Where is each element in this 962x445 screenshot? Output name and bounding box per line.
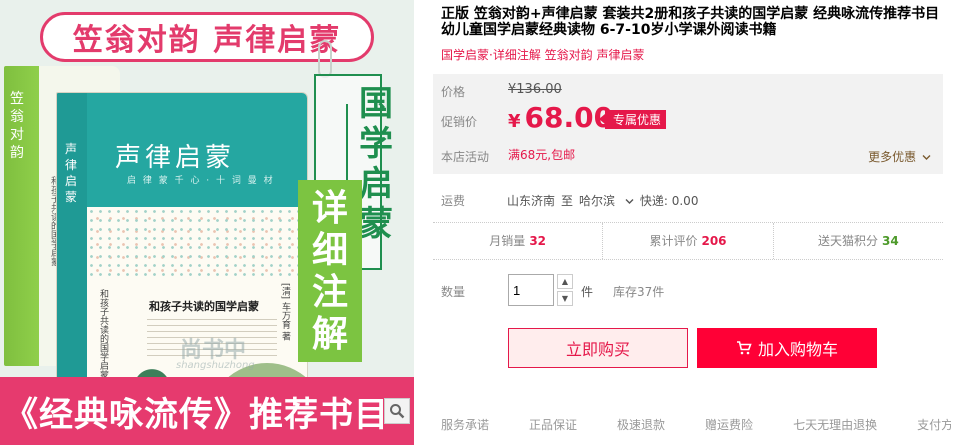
- promise-item: 七天无理由退换: [793, 418, 878, 432]
- list-price: ¥136.00: [508, 82, 562, 97]
- currency-symbol: ¥: [508, 111, 521, 132]
- store-activity-text: 满68元,包邮: [508, 148, 576, 162]
- quantity-input[interactable]: [508, 274, 554, 306]
- shipping-destination-select[interactable]: 哈尔滨: [579, 192, 634, 209]
- more-offers-link[interactable]: 更多优惠: [868, 148, 931, 165]
- watermark-subtext: shangshuzhong: [176, 360, 255, 371]
- product-image-gallery[interactable]: 笠翁对韵 声律启蒙 笠翁对韵 和孩子共读的国学启蒙 声律启蒙 声律启蒙 启 律 …: [0, 0, 414, 445]
- stat-total-reviews[interactable]: 累计评价 206: [603, 223, 774, 259]
- promo-price-label: 促销价: [441, 115, 478, 129]
- stat-monthly-sales: 月销量 32: [433, 223, 604, 259]
- book-tagline: 和孩子共读的国学启蒙: [149, 300, 259, 313]
- sales-stats: 月销量 32 累计评价 206 送天猫积分 34: [433, 222, 943, 260]
- buy-now-button[interactable]: 立即购买: [508, 328, 688, 368]
- stat-value: 34: [881, 234, 899, 248]
- recommend-banner: 《经典咏流传》推荐书目: [0, 377, 414, 445]
- price-panel: 价格 ¥136.00 促销价 ¥ 68.00 专属优惠 本店活动 满68元,包邮…: [433, 74, 943, 174]
- side-label-zhujie: 详细注解: [311, 187, 348, 355]
- promise-item: 赠运费险: [705, 418, 754, 432]
- book-subtitle: 启 律 蒙 千 心 · 十 词 曼 材: [127, 176, 275, 186]
- image-title-text: 笠翁对韵 声律启蒙: [72, 23, 342, 58]
- shipping-row: 运费 山东济南 至 哈尔滨 快递: 0.00: [441, 192, 704, 209]
- book-author: [清] 车万育 著: [280, 283, 290, 341]
- side-label-box: 详细注解: [298, 180, 362, 362]
- stat-value: 32: [529, 234, 547, 248]
- product-info-panel: 正版 笠翁对韵+声律启蒙 套装共2册和孩子共读的国学启蒙 经典咏流传推荐书目 幼…: [433, 0, 962, 445]
- book-dot-pattern: [87, 207, 307, 277]
- quantity-decrease-button[interactable]: ▼: [557, 291, 573, 306]
- side-label-guoxue: 国学启蒙: [359, 84, 393, 244]
- paperclip-icon: [318, 40, 332, 78]
- cart-icon: [736, 341, 752, 355]
- store-activity-label: 本店活动: [441, 150, 490, 164]
- promo-price: ¥ 68.00: [508, 101, 613, 134]
- book-left-column-text: 和孩子共读的国学启蒙: [98, 289, 108, 379]
- recommend-banner-text: 《经典咏流传》推荐书目: [4, 394, 389, 435]
- promise-item: 正品保证: [529, 418, 578, 432]
- exclusive-offer-badge: 专属优惠: [598, 110, 667, 129]
- book-title: 声律启蒙: [115, 143, 236, 173]
- promise-item: 服务承诺: [441, 418, 490, 432]
- shipping-origin: 山东济南: [507, 194, 556, 208]
- list-price-label: 价格: [441, 85, 466, 99]
- magnifier-icon[interactable]: [384, 398, 410, 424]
- shipping-to: 至: [561, 194, 574, 208]
- chevron-down-icon: [625, 199, 634, 204]
- buy-now-label: 立即购买: [565, 340, 630, 359]
- promise-item: 支付方式: [917, 418, 951, 432]
- quantity-increase-button[interactable]: ▲: [557, 274, 573, 289]
- add-to-cart-label: 加入购物车: [757, 340, 838, 359]
- shipping-express-fee: 快递: 0.00: [639, 194, 699, 208]
- shipping-label: 运费: [441, 194, 466, 208]
- book-spine-text: 笠翁对韵: [10, 91, 24, 161]
- stat-value: 206: [701, 234, 727, 248]
- book-spine-text: 声律启蒙: [65, 142, 78, 204]
- chevron-down-icon: [922, 155, 931, 160]
- stat-tmall-points: 送天猫积分 34: [774, 223, 943, 259]
- add-to-cart-button[interactable]: 加入购物车: [697, 328, 877, 368]
- quantity-unit: 件: [581, 285, 594, 299]
- product-subtitle: 国学启蒙·详细注解 笠翁对韵 声律启蒙: [441, 48, 645, 62]
- quantity-label: 数量: [441, 285, 466, 299]
- more-offers-label: 更多优惠: [868, 150, 917, 164]
- stat-label: 送天猫积分: [817, 234, 878, 248]
- stock-count: 库存37件: [613, 285, 665, 299]
- product-title: 正版 笠翁对韵+声律启蒙 套装共2册和孩子共读的国学启蒙 经典咏流传推荐书目 幼…: [441, 6, 940, 38]
- service-promises: 服务承诺 正品保证 极速退款 赠运费险 七天无理由退换 支付方式: [441, 416, 951, 445]
- stat-label: 累计评价: [649, 234, 698, 248]
- stat-label: 月销量: [489, 234, 526, 248]
- shipping-destination: 哈尔滨: [579, 194, 616, 208]
- promise-item: 极速退款: [617, 418, 666, 432]
